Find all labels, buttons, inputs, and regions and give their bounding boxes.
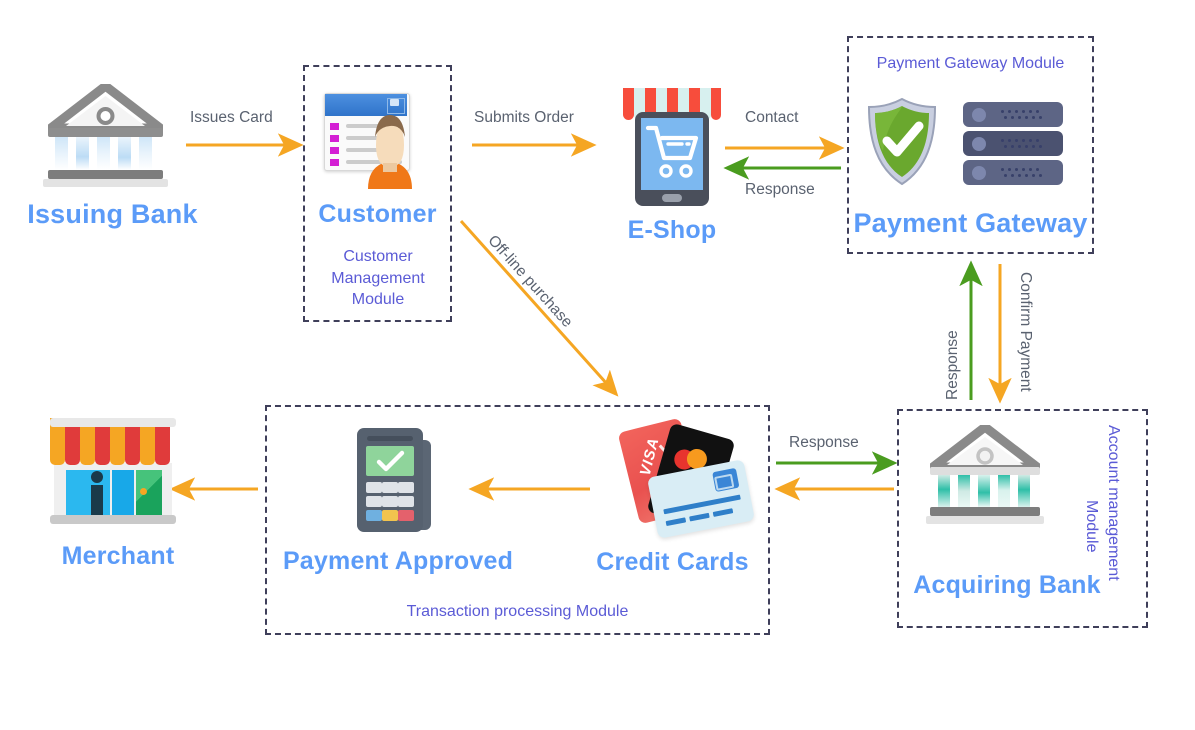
diagram-canvas: Issues Card Submits Order Contact Respon… [0,0,1195,730]
pos-terminal-icon [355,428,435,533]
node-title-credit-cards: Credit Cards [596,548,749,576]
module-label-line: Module [351,291,405,309]
module-label-payment-gateway: Payment Gateway Module [876,55,1065,72]
bank-icon [43,84,168,188]
arrow-label-submits-order: Submits Order [474,109,574,126]
node-title-acquiring-bank: Acquiring Bank [913,571,1101,599]
node-title-payment-gateway: Payment Gateway [853,208,1088,238]
node-title-eshop: E-Shop [627,216,717,244]
arrow-label-issues-card: Issues Card [190,109,273,126]
module-label-line: Management [331,269,425,287]
module-label-customer-management: Customer Management Module [313,246,443,311]
storefront-icon [48,410,178,525]
arrow-label-response-cards-acquiring: Response [789,434,859,451]
arrow-label-response-gateway-eshop: Response [745,181,815,198]
module-label-account-management-line2: Module [1083,500,1100,553]
node-title-issuing-bank: Issuing Bank [27,199,198,229]
module-label-transaction-processing: Transaction processing Module [406,603,629,620]
node-title-merchant: Merchant [61,542,175,570]
module-label-account-management-line1: Account management [1105,425,1122,581]
customer-form-icon [324,93,424,191]
module-label-line: Customer [343,248,413,265]
mobile-shop-icon [623,88,721,206]
arrow-label-offline-purchase: Off-line purchase [484,232,576,331]
arrow-label-confirm-payment: Confirm Payment [1017,272,1034,392]
node-title-customer: Customer [318,200,437,228]
server-stack-icon [963,102,1063,186]
shield-check-icon [863,96,941,188]
arrow-label-response-acquiring-gateway: Response [944,330,961,400]
credit-cards-icon: VISA [617,417,756,539]
bank-icon [925,425,1045,527]
arrow-label-contact: Contact [745,109,799,126]
node-title-payment-approved: Payment Approved [282,547,514,575]
